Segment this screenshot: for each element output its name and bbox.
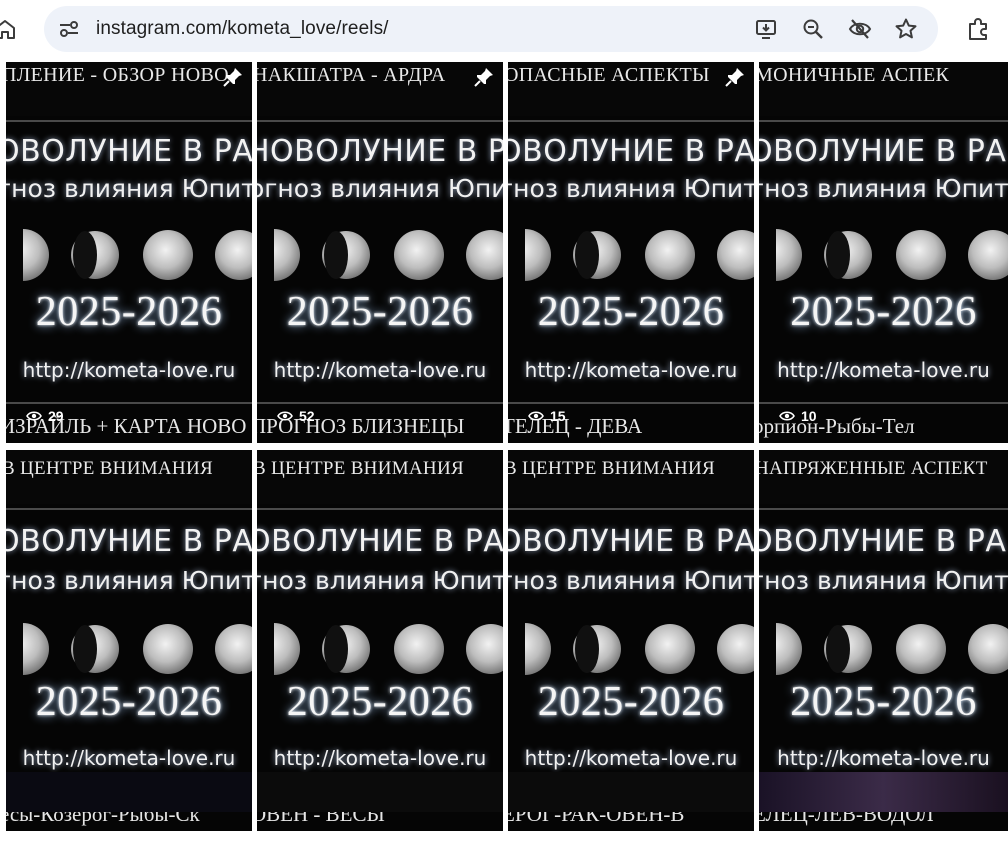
install-app-icon[interactable]: [754, 17, 778, 41]
divider: [257, 402, 503, 404]
moon-phases-image: [508, 222, 754, 288]
reel-subheadline: гноз влияния Юпит: [508, 174, 754, 203]
reel-headline: ОВОЛУНИЕ В РА: [759, 524, 1007, 559]
reel-tile-partial[interactable]: [6, 772, 252, 812]
reel-headline: ОВОЛУНИЕ В РА: [508, 134, 754, 169]
divider: [759, 402, 1008, 404]
url-text[interactable]: instagram.com/kometa_love/reels/: [96, 6, 389, 52]
home-icon[interactable]: [0, 18, 16, 40]
reel-subheadline: гноз влияния Юпит: [6, 174, 252, 203]
reel-headline: ОВОЛУНИЕ В РА: [6, 524, 252, 559]
divider: [257, 508, 503, 510]
divider: [508, 402, 754, 404]
views-eye-icon: [779, 411, 795, 421]
reel-headline: НОВОЛУНИЕ В РАК: [257, 134, 503, 169]
divider: [759, 508, 1008, 510]
reel-headline: ОВОЛУНИЕ В РА: [759, 134, 1007, 169]
moon-phases-image: [257, 222, 503, 288]
moon-phases-image: [508, 616, 754, 682]
reel-top-caption: В ЦЕНТРЕ ВНИМАНИЯ: [257, 458, 464, 479]
divider: [6, 402, 252, 404]
reel-website: http://kometa-love.ru: [273, 746, 487, 770]
view-count: 10: [779, 406, 817, 426]
reel-subheadline: гноз влияния Юпит: [508, 566, 754, 595]
reel-top-caption: В ЦЕНТРЕ ВНИМАНИЯ: [508, 458, 715, 479]
reel-tile-partial[interactable]: [759, 772, 1008, 812]
reel-tile[interactable]: ПЛЕНИЕ - ОБЗОР НОВО ОВОЛУНИЕ В РА гноз в…: [6, 62, 252, 443]
reel-top-caption: ПЛЕНИЕ - ОБЗОР НОВО: [6, 64, 229, 86]
reel-website: http://kometa-love.ru: [273, 358, 487, 382]
view-count-number: 15: [550, 408, 566, 424]
reel-headline: ОВОЛУНИЕ В РА: [6, 134, 252, 169]
reel-top-caption: ОПАСНЫЕ АСПЕКТЫ: [508, 64, 710, 86]
view-count-number: 29: [48, 408, 64, 424]
view-count: 29: [26, 406, 64, 426]
moon-phases-image: [6, 222, 252, 288]
site-info-icon[interactable]: [58, 19, 80, 39]
moon-phases-image: [6, 616, 252, 682]
view-count-number: 10: [801, 408, 817, 424]
hide-eye-icon[interactable]: [848, 17, 872, 41]
reel-subheadline: гноз влияния Юпит: [257, 566, 503, 595]
reel-subheadline: огноз влияния Юпите: [257, 174, 503, 203]
reels-grid: ПЛЕНИЕ - ОБЗОР НОВО ОВОЛУНИЕ В РА гноз в…: [0, 62, 1008, 865]
divider: [257, 120, 503, 122]
reel-top-caption: В ЦЕНТРЕ ВНИМАНИЯ: [6, 458, 213, 479]
reel-years: 2025-2026: [790, 289, 977, 335]
address-bar[interactable]: instagram.com/kometa_love/reels/: [44, 6, 938, 52]
moon-phases-image: [759, 616, 1008, 682]
reel-subheadline: гноз влияния Юпит: [6, 566, 252, 595]
reel-tile-partial[interactable]: [508, 772, 754, 812]
reel-years: 2025-2026: [35, 679, 223, 725]
reel-tile[interactable]: ОПАСНЫЕ АСПЕКТЫ ОВОЛУНИЕ В РА гноз влиян…: [508, 62, 754, 443]
extensions-icon[interactable]: [966, 16, 992, 42]
pinned-icon: [223, 68, 242, 87]
reel-subheadline: гноз влияния Юпит: [759, 566, 1008, 595]
reel-website: http://kometa-love.ru: [777, 746, 990, 770]
reel-website: http://kometa-love.ru: [777, 358, 990, 382]
pinned-icon: [474, 68, 493, 87]
divider: [6, 120, 252, 122]
divider: [6, 508, 252, 510]
views-eye-icon: [528, 411, 544, 421]
reel-top-caption: МОНИЧНЫЕ АСПЕК: [759, 64, 950, 86]
reel-years: 2025-2026: [537, 289, 725, 335]
reel-years: 2025-2026: [790, 679, 977, 725]
reel-subheadline: гноз влияния Юпит: [759, 174, 1008, 203]
view-count: 15: [528, 406, 566, 426]
zoom-icon[interactable]: [801, 17, 825, 41]
reel-years: 2025-2026: [35, 289, 223, 335]
reel-tile-partial[interactable]: [257, 772, 503, 812]
divider: [759, 120, 1008, 122]
browser-toolbar: instagram.com/kometa_love/reels/: [0, 0, 1008, 60]
views-eye-icon: [26, 411, 42, 421]
view-count: 52: [277, 406, 315, 426]
reel-website: http://kometa-love.ru: [524, 358, 738, 382]
reel-top-caption: НАКШАТРА - АРДРА: [257, 64, 446, 86]
moon-phases-image: [257, 616, 503, 682]
reel-headline: ОВОЛУНИЕ В РА: [508, 524, 754, 559]
reel-years: 2025-2026: [537, 679, 725, 725]
divider: [508, 508, 754, 510]
moon-phases-image: [759, 222, 1008, 288]
reel-website: http://kometa-love.ru: [22, 358, 236, 382]
reel-top-caption: НАПРЯЖЕННЫЕ АСПЕКТ: [759, 458, 988, 479]
views-eye-icon: [277, 411, 293, 421]
divider: [508, 120, 754, 122]
reel-website: http://kometa-love.ru: [22, 746, 236, 770]
reel-headline: ОВОЛУНИЕ В РА: [257, 524, 503, 559]
reel-website: http://kometa-love.ru: [524, 746, 738, 770]
view-count-number: 52: [299, 408, 315, 424]
reel-years: 2025-2026: [286, 679, 474, 725]
reel-tile[interactable]: НАКШАТРА - АРДРА НОВОЛУНИЕ В РАК огноз в…: [257, 62, 503, 443]
reel-years: 2025-2026: [286, 289, 474, 335]
reel-tile[interactable]: МОНИЧНЫЕ АСПЕК ОВОЛУНИЕ В РА гноз влияни…: [759, 62, 1008, 443]
bookmark-star-icon[interactable]: [894, 17, 918, 41]
pinned-icon: [725, 68, 744, 87]
